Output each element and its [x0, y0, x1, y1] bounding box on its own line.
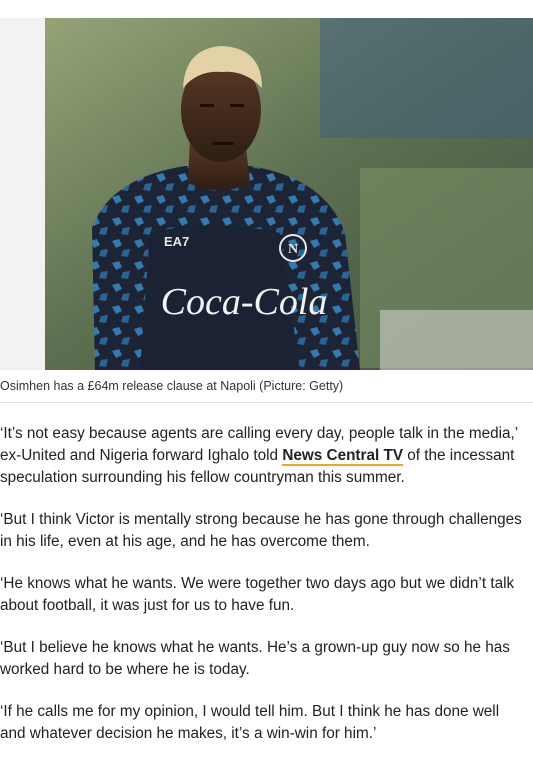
left-eye	[200, 104, 214, 107]
caption-divider	[0, 402, 533, 403]
article-paragraph: ‘If he calls me for my opinion, I would …	[0, 703, 500, 742]
jersey-brand-text: EA7	[164, 234, 189, 249]
photo-caption: Osimhen has a £64m release clause at Nap…	[0, 379, 344, 393]
news-central-tv-link[interactable]: News Central TV	[282, 447, 404, 466]
article-paragraph: ‘He knows what he wants. We were togethe…	[0, 575, 515, 614]
sponsor-logo-text: Coca-Cola	[161, 281, 328, 323]
right-eye	[230, 104, 244, 107]
article-paragraph: ‘But I think Victor is mentally strong b…	[0, 511, 522, 550]
white-wall	[0, 18, 45, 370]
player-photo-illustration: EA7 N Coca-Cola	[0, 18, 533, 370]
barrier-blur	[380, 310, 533, 370]
stand-blur	[320, 18, 533, 138]
mouth	[212, 142, 234, 145]
article-body: ‘It’s not easy because agents are callin…	[0, 423, 528, 765]
crest-letter: N	[288, 242, 298, 257]
article-paragraph: ‘It’s not easy because agents are callin…	[0, 423, 528, 489]
article-paragraph: ‘But I believe he knows what he wants. H…	[0, 639, 510, 678]
article-photo: EA7 N Coca-Cola	[0, 18, 533, 370]
